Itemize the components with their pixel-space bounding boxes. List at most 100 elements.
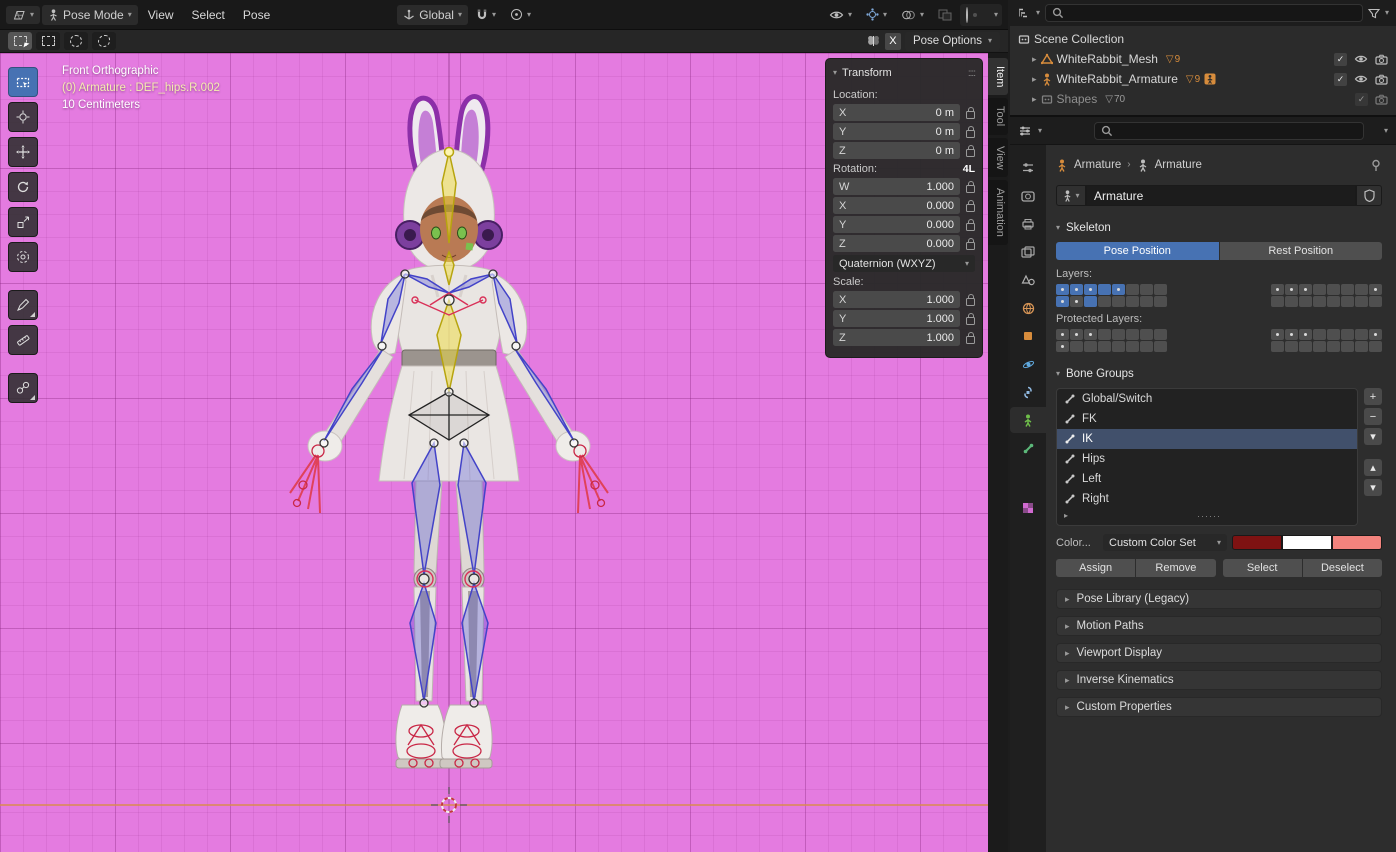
bone-group-row[interactable]: Left [1057,469,1357,489]
3d-viewport[interactable]: Front Orthographic (0) Armature : DEF_hi… [0,53,988,852]
assign-button[interactable]: Assign [1056,559,1135,577]
tab-render-properties[interactable] [1010,183,1046,209]
select-tweak-button[interactable] [8,32,32,50]
layer-toggle[interactable] [1056,296,1069,307]
layer-toggle[interactable] [1327,329,1340,340]
layer-toggle[interactable] [1285,329,1298,340]
tool-annotate[interactable] [8,290,38,320]
layer-toggle[interactable] [1299,284,1312,295]
move-up-button[interactable]: ▴ [1364,459,1382,476]
panel-motion-paths[interactable]: ▸Motion Paths [1056,616,1382,636]
pose-position-button[interactable]: Pose Position [1056,242,1219,260]
caret-down-icon[interactable]: ▾ [1038,127,1042,135]
panel-viewport-display[interactable]: ▸Viewport Display [1056,643,1382,663]
remove-button[interactable]: Remove [1136,559,1215,577]
rotation-mode-badge[interactable]: 4L [963,163,975,175]
deselect-button[interactable]: Deselect [1303,559,1382,577]
shading-rendered-button[interactable] [987,13,991,17]
swatch-normal[interactable] [1232,535,1282,550]
pose-options-dropdown[interactable]: Pose Options ▾ [905,32,1000,51]
layer-toggle[interactable] [1299,329,1312,340]
transform-orientation-dropdown[interactable]: Global ▾ [397,5,468,25]
layer-toggle[interactable] [1098,329,1111,340]
select-box-button[interactable] [36,32,60,50]
layer-toggle[interactable] [1313,329,1326,340]
transform-panel-title[interactable]: Transform [842,67,892,79]
add-group-button[interactable]: + [1364,388,1382,405]
layer-toggle[interactable] [1126,284,1139,295]
fake-user-button[interactable] [1356,185,1382,206]
rotation-z-field[interactable]: Z0.000 [833,235,960,252]
layer-toggle[interactable] [1154,284,1167,295]
layer-toggle[interactable] [1271,341,1284,352]
lock-icon[interactable] [966,242,975,250]
location-y-field[interactable]: Y0 m [833,123,960,140]
tab-view[interactable]: View [988,138,1008,178]
tab-view-layer-properties[interactable] [1010,239,1046,265]
tab-object-constraints[interactable] [1010,379,1046,405]
layer-toggle[interactable] [1369,329,1382,340]
layer-toggle[interactable] [1070,284,1083,295]
tool-measure[interactable] [8,325,38,355]
outliner-row-scene-collection[interactable]: Scene Collection [1010,29,1396,49]
specials-menu-button[interactable]: ▾ [1364,428,1382,445]
bone-group-row[interactable]: FK [1057,409,1357,429]
layer-toggle[interactable] [1313,284,1326,295]
panel-inverse-kinematics[interactable]: ▸Inverse Kinematics [1056,670,1382,690]
layer-toggle[interactable] [1271,329,1284,340]
layer-toggle[interactable] [1098,341,1111,352]
layer-toggle[interactable] [1285,296,1298,307]
layer-toggle[interactable] [1056,341,1069,352]
swatch-select[interactable] [1282,535,1332,550]
layer-toggle[interactable] [1341,296,1354,307]
bone-group-row[interactable]: Global/Switch [1057,389,1357,409]
layer-toggle[interactable] [1140,296,1153,307]
layer-toggle[interactable] [1084,329,1097,340]
tab-item[interactable]: Item [988,58,1008,95]
lock-icon[interactable] [966,336,975,344]
layer-toggle[interactable] [1327,341,1340,352]
mirror-x-toggle[interactable]: X [885,33,901,50]
scale-z-field[interactable]: Z1.000 [833,329,960,346]
layer-toggle[interactable] [1355,296,1368,307]
visibility-eye-icon[interactable] [1354,73,1368,85]
move-down-button[interactable]: ▾ [1364,479,1382,496]
tab-animation[interactable]: Animation [988,180,1008,245]
lock-icon[interactable] [966,185,975,193]
shading-solid-button[interactable] [973,13,977,17]
layer-toggle[interactable] [1369,296,1382,307]
mode-selector[interactable]: Pose Mode ▾ [42,5,138,25]
mirror-butterfly-icon[interactable] [866,35,881,48]
layer-toggle[interactable] [1271,296,1284,307]
layer-toggle[interactable] [1070,341,1083,352]
pin-icon[interactable] [1370,159,1382,172]
layer-toggle[interactable] [1084,341,1097,352]
rest-position-button[interactable]: Rest Position [1220,242,1383,260]
layer-toggle[interactable] [1070,329,1083,340]
tab-object-data-armature[interactable] [1010,407,1046,433]
tool-scale[interactable] [8,207,38,237]
layer-toggle[interactable] [1313,341,1326,352]
skeleton-panel-header[interactable]: ▾ Skeleton [1056,218,1382,238]
caret-down-icon[interactable]: ▾ [994,11,998,19]
layer-toggle[interactable] [1285,341,1298,352]
layer-toggle[interactable] [1299,341,1312,352]
tab-tool[interactable]: Tool [988,98,1008,134]
breadcrumb-object[interactable]: Armature [1074,159,1121,171]
armature-name-field[interactable]: Armature [1086,185,1356,206]
render-camera-icon[interactable] [1375,94,1388,105]
layer-toggle[interactable] [1299,296,1312,307]
tab-physics-properties[interactable] [1010,351,1046,377]
render-camera-icon[interactable] [1375,54,1388,65]
tool-cursor[interactable] [8,102,38,132]
lock-icon[interactable] [966,204,975,212]
tool-pose-breakd[interactable] [8,373,38,403]
panel-grip-icon[interactable]: :::: [968,68,975,79]
expand-icon[interactable]: ▸ [1032,75,1037,84]
layer-toggle[interactable] [1154,329,1167,340]
editor-type-button[interactable]: ▾ [6,6,40,24]
outliner-editor-icon[interactable] [1017,7,1031,19]
layer-toggle[interactable] [1140,284,1153,295]
tool-transform[interactable] [8,242,38,272]
layer-toggle[interactable] [1271,284,1284,295]
